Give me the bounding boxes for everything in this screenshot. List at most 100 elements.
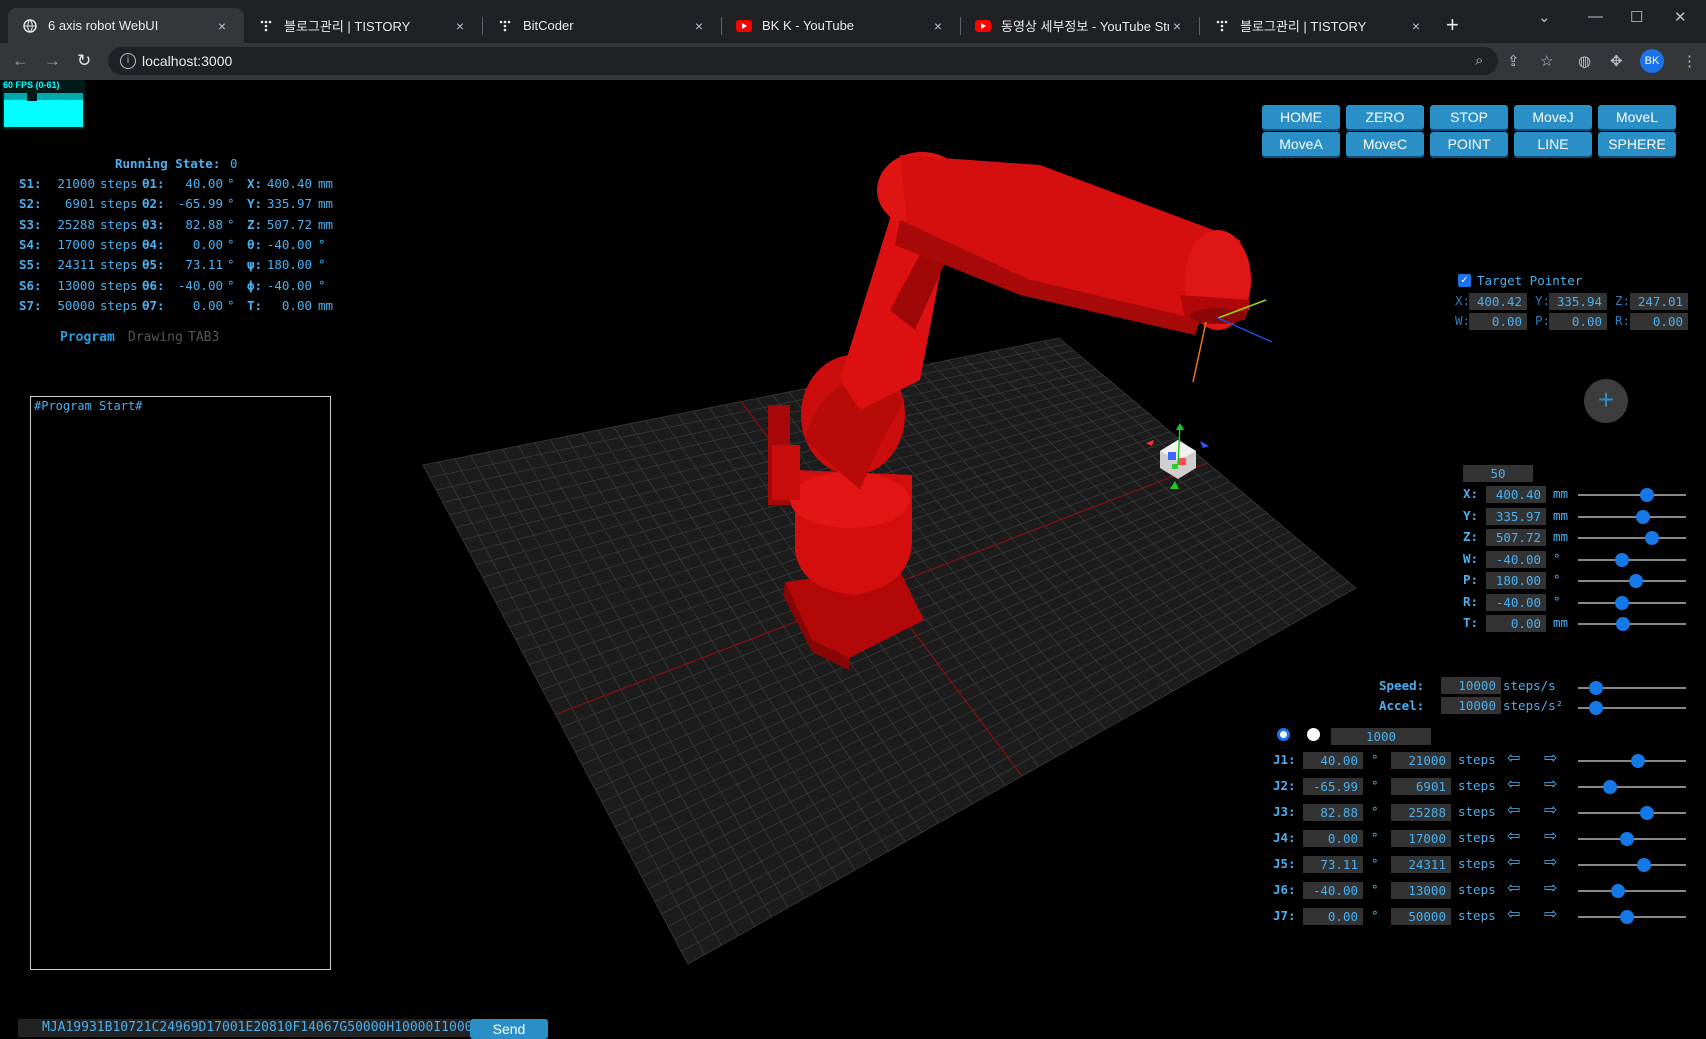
cart-value-field[interactable]: 400.40 [1486, 486, 1546, 503]
cart-slider[interactable] [1578, 509, 1686, 524]
close-tab-icon[interactable]: × [691, 18, 707, 34]
cart-slider[interactable] [1578, 595, 1686, 610]
cart-slider[interactable] [1578, 617, 1686, 631]
slider-knob[interactable] [1589, 681, 1604, 695]
jog-left-icon[interactable]: ⇦ [1507, 826, 1520, 846]
sphere-button[interactable]: SPHERE [1598, 132, 1676, 156]
tab-drawing[interactable]: Drawing [128, 330, 183, 345]
slider-knob[interactable] [1620, 832, 1635, 846]
tab-tab3[interactable]: TAB3 [188, 330, 219, 345]
bookmark-star-icon[interactable]: ☆ [1540, 52, 1553, 70]
slider-knob[interactable] [1630, 754, 1645, 768]
tab-search-icon[interactable]: ⌄ [1538, 8, 1551, 26]
tab-youtube-studio[interactable]: 동영상 세부정보 - YouTube Stud × [961, 8, 1199, 43]
jog-right-icon[interactable]: ⇨ [1544, 748, 1557, 768]
joint-degree-field[interactable]: 40.00 [1303, 752, 1363, 769]
movel-button[interactable]: MoveL [1598, 105, 1676, 129]
joint-steps-field[interactable]: 13000 [1391, 882, 1451, 899]
command-input[interactable]: MJA19931B10721C24969D17001E20810F14067G5… [18, 1019, 470, 1037]
close-tab-icon[interactable]: × [452, 18, 468, 34]
tab-tistory-1[interactable]: 블로그관리 | TISTORY × [244, 8, 482, 43]
slider-knob[interactable] [1589, 701, 1604, 715]
target-field-input[interactable]: 247.01 [1630, 293, 1688, 310]
jog-left-icon[interactable]: ⇦ [1507, 878, 1520, 898]
movea-button[interactable]: MoveA [1262, 132, 1340, 156]
program-textarea[interactable]: #Program Start# [30, 396, 331, 970]
jog-left-icon[interactable]: ⇦ [1507, 800, 1520, 820]
reload-icon[interactable]: ↻ [77, 51, 91, 71]
jog-right-icon[interactable]: ⇨ [1544, 826, 1557, 846]
target-field-input[interactable]: 0.00 [1549, 313, 1607, 330]
tab-bitcoder[interactable]: BitCoder × [483, 8, 721, 43]
point-button[interactable]: POINT [1430, 132, 1508, 156]
tab-program[interactable]: Program [60, 330, 115, 345]
menu-dots-icon[interactable]: ⋮ [1682, 52, 1697, 70]
close-tab-icon[interactable]: × [1169, 18, 1185, 34]
slider-knob[interactable] [1640, 806, 1655, 820]
radio-steps[interactable] [1307, 728, 1320, 741]
slider-knob[interactable] [1628, 574, 1643, 588]
cart-slider[interactable] [1578, 488, 1686, 502]
slider-knob[interactable] [1620, 910, 1635, 924]
url-text[interactable]: localhost:3000 [142, 53, 232, 69]
joint-step-field[interactable]: 1000 [1331, 728, 1431, 745]
slider-knob[interactable] [1614, 595, 1629, 610]
joint-slider[interactable] [1578, 910, 1686, 924]
cart-value-field[interactable]: 0.00 [1486, 615, 1546, 632]
jog-right-icon[interactable]: ⇨ [1544, 774, 1557, 794]
send-button[interactable]: Send [470, 1019, 548, 1039]
zoom-icon[interactable]: ⌕ [1475, 52, 1483, 69]
slider-knob[interactable] [1614, 552, 1629, 567]
joint-degree-field[interactable]: 0.00 [1303, 830, 1363, 847]
joint-slider[interactable] [1578, 806, 1686, 820]
cart-value-field[interactable]: 507.72 [1486, 529, 1546, 546]
add-button[interactable]: + [1584, 379, 1628, 423]
target-pointer-checkbox[interactable]: ✓ [1458, 274, 1471, 287]
forward-icon[interactable]: → [44, 51, 61, 71]
target-field-input[interactable]: 335.94 [1549, 293, 1607, 310]
joint-degree-field[interactable]: 0.00 [1303, 908, 1363, 925]
target-field-input[interactable]: 0.00 [1469, 313, 1527, 330]
home-button[interactable]: HOME [1262, 105, 1340, 129]
zero-button[interactable]: ZERO [1346, 105, 1424, 129]
back-icon[interactable]: ← [12, 51, 29, 71]
joint-degree-field[interactable]: -65.99 [1303, 778, 1363, 795]
slider-knob[interactable] [1640, 488, 1655, 502]
slider-knob[interactable] [1610, 884, 1625, 898]
tab-robot-webui[interactable]: 6 axis robot WebUI × [8, 8, 244, 43]
cart-value-field[interactable]: -40.00 [1486, 593, 1546, 611]
cart-value-field[interactable]: -40.00 [1486, 550, 1546, 568]
target-field-input[interactable]: 0.00 [1630, 313, 1688, 330]
close-tab-icon[interactable]: × [214, 18, 230, 34]
joint-slider[interactable] [1578, 754, 1686, 768]
cart-slider[interactable] [1578, 552, 1686, 567]
slider-knob[interactable] [1636, 509, 1651, 524]
avatar[interactable]: BK [1640, 49, 1664, 73]
joint-slider[interactable] [1578, 780, 1686, 794]
joint-degree-field[interactable]: -40.00 [1303, 882, 1363, 899]
close-tab-icon[interactable]: × [1408, 18, 1424, 34]
joint-slider[interactable] [1578, 832, 1686, 846]
joint-steps-field[interactable]: 50000 [1391, 908, 1451, 925]
target-field-input[interactable]: 400.42 [1469, 293, 1527, 310]
accel-slider[interactable] [1578, 701, 1686, 715]
stop-button[interactable]: STOP [1430, 105, 1508, 129]
share-icon[interactable]: ⇪ [1507, 52, 1520, 70]
jog-left-icon[interactable]: ⇦ [1507, 904, 1520, 924]
joint-steps-field[interactable]: 25288 [1391, 804, 1451, 821]
cart-slider[interactable] [1578, 531, 1686, 545]
joint-steps-field[interactable]: 6901 [1391, 778, 1451, 795]
close-tab-icon[interactable]: × [930, 18, 946, 34]
radio-degrees[interactable] [1277, 728, 1290, 741]
jog-left-icon[interactable]: ⇦ [1507, 774, 1520, 794]
joint-slider[interactable] [1578, 858, 1686, 872]
movej-button[interactable]: MoveJ [1514, 105, 1592, 129]
jog-right-icon[interactable]: ⇨ [1544, 904, 1557, 924]
slider-knob[interactable] [1644, 531, 1659, 545]
slider-knob[interactable] [1615, 617, 1630, 631]
accel-field[interactable]: 10000 [1441, 697, 1501, 714]
close-window-icon[interactable]: ✕ [1674, 8, 1687, 26]
jog-left-icon[interactable]: ⇦ [1507, 748, 1520, 768]
tab-tistory-2[interactable]: 블로그관리 | TISTORY × [1200, 8, 1438, 43]
line-button[interactable]: LINE [1514, 132, 1592, 156]
